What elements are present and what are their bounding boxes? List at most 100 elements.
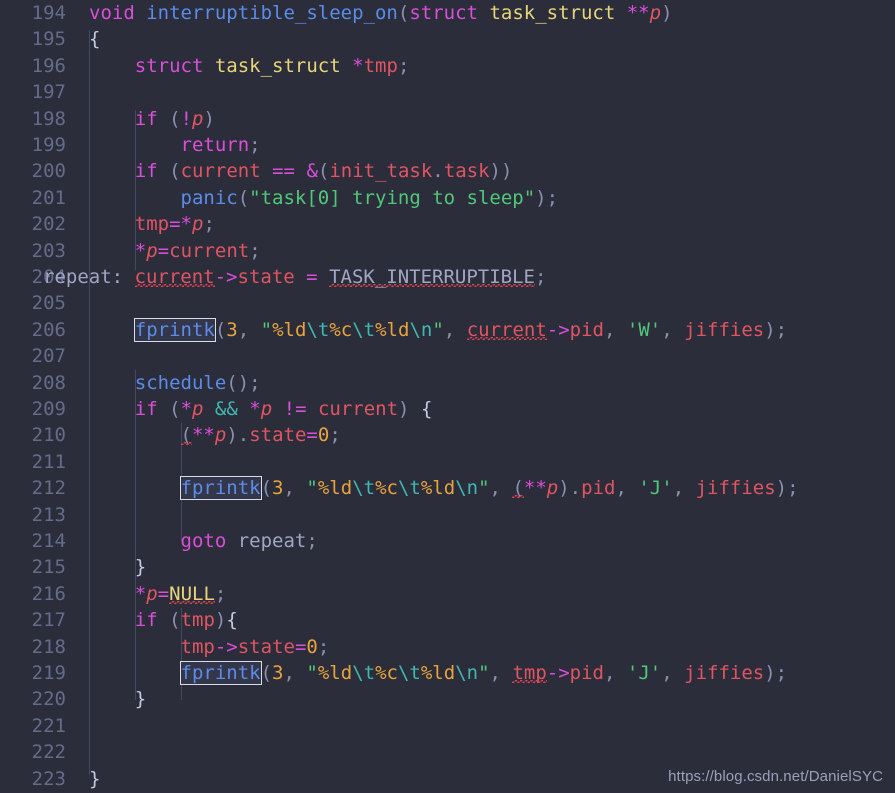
line-number: 199 (31, 134, 66, 156)
code-line[interactable]: return; (89, 132, 895, 158)
token-number: 0 (306, 635, 318, 658)
line-number: 223 (31, 767, 66, 790)
token-variable: current (317, 398, 399, 420)
token-occurrence-highlight[interactable]: fprintk (133, 317, 216, 342)
code-line[interactable]: tmp->state=0; (89, 634, 895, 660)
line-number: 197 (31, 81, 66, 104)
token-escape: \t (397, 477, 421, 500)
code-line[interactable] (89, 713, 895, 739)
token-format-spec: %c (329, 318, 353, 341)
code-line[interactable]: schedule(); (89, 370, 895, 396)
token-type: task_struct (214, 54, 341, 77)
line-number: 220 (31, 688, 66, 711)
code-line[interactable]: goto repeat; (89, 528, 895, 554)
token-variable-error: tmp (512, 662, 547, 684)
code-line[interactable]: panic("task[0] trying to sleep"); (89, 185, 895, 211)
token-occurrence-highlight[interactable]: fprintk (179, 661, 262, 685)
token-type: task_struct (489, 2, 616, 24)
code-editor[interactable]: 194 195 196 197 198 199 200 201 202 203 … (0, 0, 895, 793)
token-format-spec: %ld (272, 318, 307, 341)
token-variable: current (180, 160, 261, 183)
token-paren-error: ( (180, 424, 192, 447)
token-variable: state (237, 635, 295, 658)
token-variable: jiffies (684, 318, 765, 341)
token-format-spec: %ld (420, 662, 456, 684)
token-function-name: interruptible_sleep_on (146, 2, 398, 24)
line-number: 215 (31, 556, 66, 579)
token-escape: \t (397, 662, 421, 684)
code-line[interactable]: *p=NULL; (89, 581, 895, 607)
token-macro-error: TASK_INTERRUPTIBLE (329, 266, 535, 288)
code-line[interactable] (89, 343, 895, 369)
token-variable: p (214, 424, 227, 447)
token-variable: tmp (180, 635, 215, 658)
token-variable: pid (569, 662, 604, 684)
token-variable-error: current (134, 266, 215, 288)
code-line[interactable]: *p=current; (89, 238, 895, 264)
code-line[interactable]: { (89, 26, 895, 52)
token-escape: \t (352, 477, 376, 500)
token-keyword: if (134, 107, 158, 130)
token-label: repeat: (43, 266, 124, 288)
watermark-url: https://blog.csdn.net/DanielSYC (668, 768, 883, 785)
token-format-spec: %c (375, 477, 398, 500)
line-number-gutter: 194 195 196 197 198 199 200 201 202 203 … (0, 0, 66, 793)
token-variable: p (192, 107, 204, 130)
token-variable: init_task (329, 160, 433, 183)
code-line[interactable]: (**p).state=0; (89, 422, 895, 448)
line-number: 194 (31, 2, 66, 24)
token-keyword: if (134, 609, 158, 632)
code-line[interactable]: fprintk(3, "%ld\t%c\t%ld\n", (**p).pid, … (89, 475, 895, 501)
token-paren-error: ( (512, 477, 524, 500)
code-line[interactable] (89, 739, 895, 765)
token-escape: \n (455, 477, 479, 500)
code-line[interactable]: void interruptible_sleep_on(struct task_… (89, 0, 895, 26)
code-line[interactable]: if (tmp){ (89, 607, 895, 633)
code-line[interactable]: fprintk(3, "%ld\t%c\t%ld\n", tmp->pid, '… (89, 660, 895, 686)
line-number: 212 (31, 477, 66, 500)
code-line[interactable]: fprintk(3, "%ld\t%c\t%ld\n", current->pi… (89, 317, 895, 343)
line-number: 200 (31, 160, 66, 183)
line-number: 195 (31, 28, 66, 51)
code-line[interactable]: if (*p && *p != current) { (89, 396, 895, 422)
token-variable: p (146, 582, 158, 605)
token-keyword: struct (134, 54, 204, 77)
token-number: 3 (272, 662, 284, 684)
line-number: 201 (31, 186, 66, 209)
line-number: 213 (31, 503, 66, 526)
token-variable: p (146, 239, 158, 262)
code-line[interactable]: tmp=*p; (89, 211, 895, 237)
code-line[interactable]: } (89, 686, 895, 712)
token-occurrence-highlight[interactable]: fprintk (179, 476, 262, 501)
token-variable: task (443, 160, 490, 183)
code-line[interactable]: repeat: current->state = TASK_INTERRUPTI… (43, 264, 895, 290)
code-line[interactable] (89, 79, 895, 105)
token-keyword: void (89, 2, 135, 24)
code-line[interactable]: if (!p) (89, 106, 895, 132)
line-number: 207 (31, 345, 66, 368)
token-escape: \t (306, 318, 330, 341)
token-label: repeat (237, 530, 307, 552)
code-line[interactable]: } (89, 554, 895, 580)
token-escape: \n (409, 318, 433, 341)
token-keyword: return (180, 134, 250, 156)
token-keyword: if (134, 160, 158, 183)
line-number: 216 (31, 582, 66, 605)
code-content[interactable]: void interruptible_sleep_on ( struct task_… (43, 0, 895, 793)
code-line[interactable] (89, 290, 895, 316)
line-number: 219 (31, 662, 66, 684)
token-format-spec: %c (375, 662, 398, 684)
code-line[interactable] (89, 502, 895, 528)
line-number: 203 (31, 239, 66, 262)
code-line[interactable]: struct task_struct *tmp; (89, 53, 895, 79)
code-line[interactable] (89, 449, 895, 475)
token-logical-and: && (214, 398, 238, 420)
code-line[interactable]: if (current == &(init_task.task)) (89, 158, 895, 184)
token-format-spec: %ld (375, 318, 410, 341)
token-variable: jiffies (684, 662, 765, 684)
line-number: 198 (31, 107, 66, 130)
token-char-literal: 'J' (638, 477, 673, 500)
token-char-literal: 'W' (626, 318, 662, 341)
token-variable: p (191, 213, 204, 236)
token-number: 3 (226, 318, 238, 341)
